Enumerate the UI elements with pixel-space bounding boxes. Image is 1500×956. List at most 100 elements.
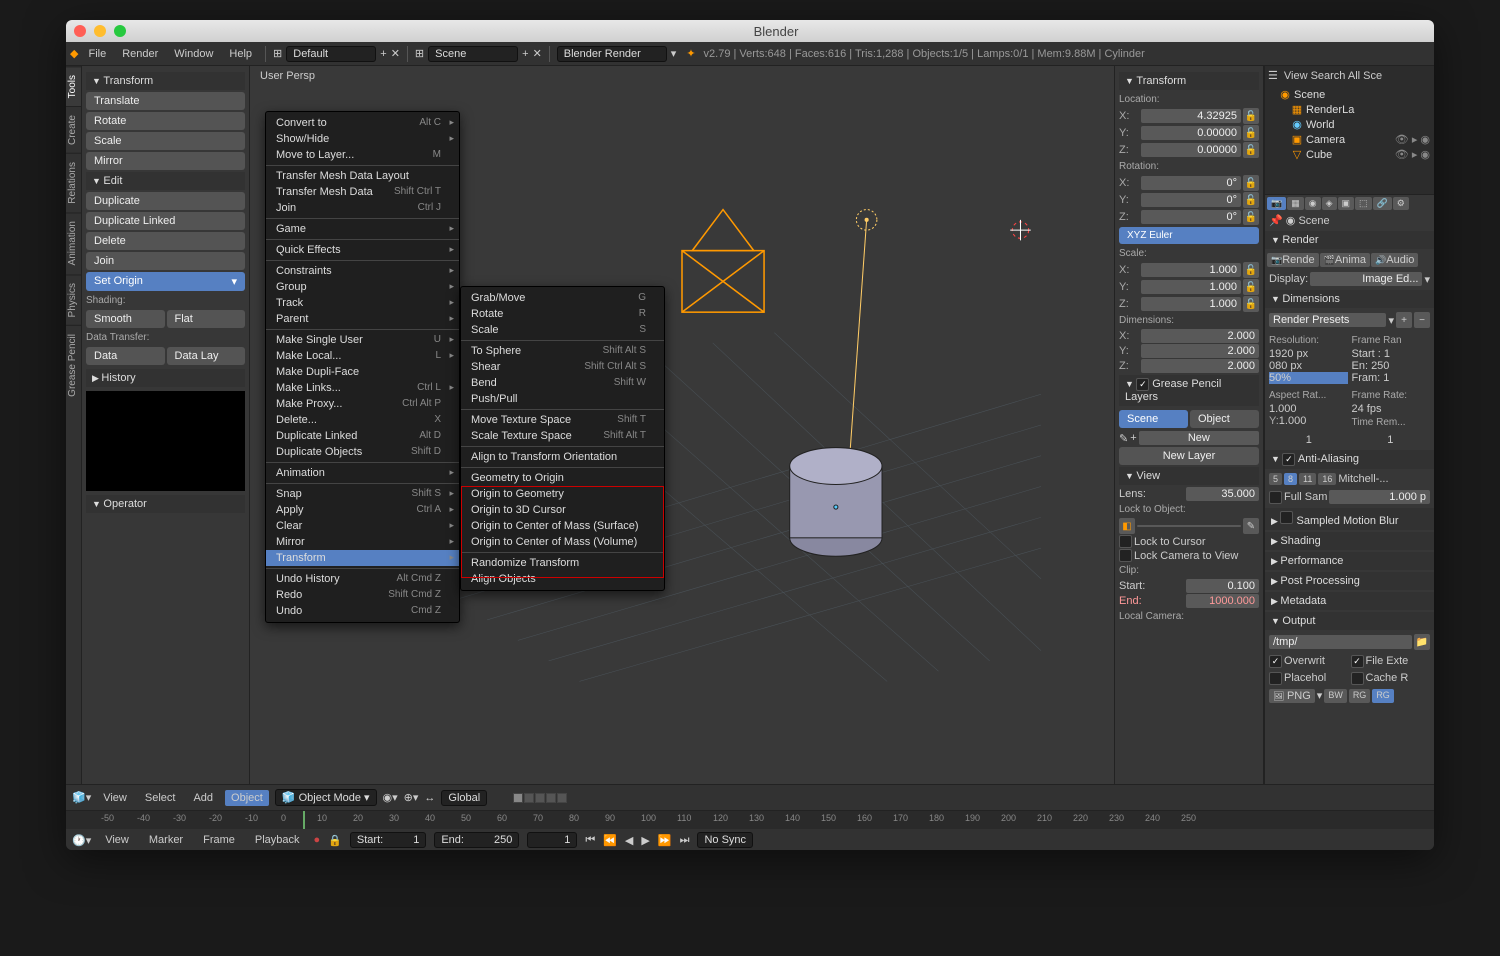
dim-z[interactable]: 2.000 — [1141, 359, 1259, 373]
set-origin-button[interactable]: Set Origin▾ — [86, 272, 245, 291]
pivot-icon[interactable]: ⊕▾ — [404, 791, 419, 804]
shading-icon[interactable]: ◉▾ — [383, 791, 398, 804]
menu-item[interactable]: Move to Layer...M — [266, 147, 459, 163]
header-view[interactable]: View — [97, 790, 133, 806]
scene-select[interactable]: Scene — [428, 46, 518, 62]
menu-window[interactable]: Window — [168, 46, 219, 62]
layout-icon[interactable]: ⊞ — [273, 47, 282, 60]
lock-camera-check[interactable] — [1119, 549, 1132, 562]
menu-item[interactable]: Quick Effects — [266, 242, 459, 258]
sync-select[interactable]: No Sync — [697, 832, 753, 848]
playhead[interactable] — [303, 811, 305, 829]
datalay-button[interactable]: Data Lay — [167, 347, 246, 365]
next-key-icon[interactable]: ⏩ — [658, 834, 672, 847]
anim-btn[interactable]: 🎬Anima — [1320, 253, 1370, 267]
lens-value[interactable]: 35.000 — [1186, 487, 1259, 501]
lock-icon[interactable]: 🔓 — [1243, 296, 1259, 312]
layout-select[interactable]: Default — [286, 46, 376, 62]
lock-icon[interactable]: 🔓 — [1243, 108, 1259, 124]
menu-item[interactable]: Push/Pull — [461, 391, 664, 407]
menu-item[interactable]: Convert toAlt C — [266, 115, 459, 131]
tl-playback[interactable]: Playback — [249, 832, 306, 848]
tl-frame[interactable]: Frame — [197, 832, 241, 848]
tl-start[interactable]: Start: 1 — [350, 832, 426, 848]
menu-item[interactable]: Randomize Transform — [461, 555, 664, 571]
delete-button[interactable]: Delete — [86, 232, 245, 250]
rot-x[interactable]: 0° — [1141, 176, 1241, 190]
folder-icon[interactable]: 📁 — [1414, 634, 1430, 650]
menu-item[interactable]: UndoCmd Z — [266, 603, 459, 619]
loc-y[interactable]: 0.00000 — [1141, 126, 1241, 140]
manipulator-icon[interactable]: ↔ — [424, 792, 435, 804]
scene-add-icon[interactable]: + — [522, 48, 528, 60]
layout-add-icon[interactable]: + — [380, 48, 386, 60]
outliner-renderlayers[interactable]: ▦RenderLa — [1267, 102, 1432, 117]
menu-item[interactable]: Scale Texture SpaceShift Alt T — [461, 428, 664, 444]
orientation-select[interactable]: Global — [441, 790, 487, 806]
mode-select[interactable]: 🧊 Object Mode ▾ — [275, 789, 377, 806]
audio-btn[interactable]: 🔊Audio — [1371, 253, 1418, 267]
timeline-ruler[interactable]: -50-40-30-20-100102030405060708090100110… — [66, 811, 1434, 829]
lock-cursor-check[interactable] — [1119, 535, 1132, 548]
blender-icon[interactable]: ◆ — [70, 47, 78, 60]
frame-step[interactable]: Fram: 1 — [1352, 372, 1431, 384]
close-icon[interactable] — [74, 25, 86, 37]
menu-item[interactable]: Parent — [266, 311, 459, 327]
menu-item[interactable]: ShearShift Ctrl Alt S — [461, 359, 664, 375]
smb-head[interactable]: Sampled Motion Blur — [1265, 508, 1434, 530]
pencil-icon[interactable]: ✎ — [1119, 432, 1128, 445]
layout-del-icon[interactable]: ✕ — [391, 47, 400, 60]
frame-start[interactable]: Start : 1 — [1352, 348, 1431, 360]
meta-head[interactable]: Metadata — [1265, 592, 1434, 610]
render-head[interactable]: Render — [1265, 231, 1434, 249]
panel-transform-head[interactable]: Transform — [86, 72, 245, 90]
rot-y[interactable]: 0° — [1141, 193, 1241, 207]
menu-item[interactable]: Make Single UserU — [266, 332, 459, 348]
menu-help[interactable]: Help — [223, 46, 258, 62]
menu-item[interactable]: To SphereShift Alt S — [461, 343, 664, 359]
tl-end[interactable]: End: 250 — [434, 832, 519, 848]
outliner-cube[interactable]: ▽Cube👁 ▸ ◉ — [1267, 147, 1432, 162]
view-head[interactable]: View — [1119, 467, 1259, 485]
mirror-button[interactable]: Mirror — [86, 152, 245, 170]
panel-edit-head[interactable]: Edit — [86, 172, 245, 190]
data-button[interactable]: Data — [86, 347, 165, 365]
panel-operator-head[interactable]: Operator — [86, 495, 245, 513]
vtab-relations[interactable]: Relations — [66, 153, 81, 212]
timeline-icon[interactable]: 🕐▾ — [72, 834, 91, 847]
menu-item[interactable]: Transfer Mesh Data Layout — [266, 168, 459, 184]
lock-icon[interactable]: 🔓 — [1243, 125, 1259, 141]
jump-start-icon[interactable]: ⏮ — [585, 834, 595, 847]
outliner-scene[interactable]: ◉Scene — [1267, 87, 1432, 102]
scene-icon[interactable]: ⊞ — [415, 47, 424, 60]
menu-item[interactable]: Move Texture SpaceShift T — [461, 412, 664, 428]
menu-item[interactable]: RotateR — [461, 306, 664, 322]
duplicate-button[interactable]: Duplicate — [86, 192, 245, 210]
lockobj-field[interactable] — [1137, 525, 1241, 527]
display-select[interactable]: Image Ed... — [1310, 272, 1422, 286]
menu-item[interactable]: RedoShift Cmd Z — [266, 587, 459, 603]
cube-icon[interactable]: ◧ — [1119, 518, 1135, 534]
menu-item[interactable]: BendShift W — [461, 375, 664, 391]
jump-end-icon[interactable]: ⏭ — [680, 834, 690, 847]
minimize-icon[interactable] — [94, 25, 106, 37]
res-y[interactable]: 080 px — [1269, 360, 1348, 372]
menu-item[interactable]: Origin to Center of Mass (Surface) — [461, 518, 664, 534]
viewport-3d[interactable]: User Persp Convert toAlt CShow/HideMove … — [250, 66, 1114, 784]
aa-sample[interactable]: 16 — [1318, 473, 1336, 485]
play-icon[interactable]: ▶ — [641, 834, 649, 847]
eyedropper-icon[interactable]: ✎ — [1243, 518, 1259, 534]
loc-z[interactable]: 0.00000 — [1141, 143, 1241, 157]
aa-sample[interactable]: 11 — [1299, 473, 1316, 485]
translate-button[interactable]: Translate — [86, 92, 245, 110]
menu-item[interactable]: Grab/MoveG — [461, 290, 664, 306]
aa-sample[interactable]: 8 — [1284, 473, 1297, 485]
dim-y[interactable]: 2.000 — [1141, 344, 1259, 358]
menu-item[interactable]: Origin to Geometry — [461, 486, 664, 502]
res-x[interactable]: 1920 px — [1269, 348, 1348, 360]
prev-key-icon[interactable]: ⏪ — [603, 834, 617, 847]
vtab-grease-pencil[interactable]: Grease Pencil — [66, 325, 81, 405]
vtab-physics[interactable]: Physics — [66, 274, 81, 325]
play-rev-icon[interactable]: ◀ — [625, 834, 633, 847]
scale-y[interactable]: 1.000 — [1141, 280, 1241, 294]
